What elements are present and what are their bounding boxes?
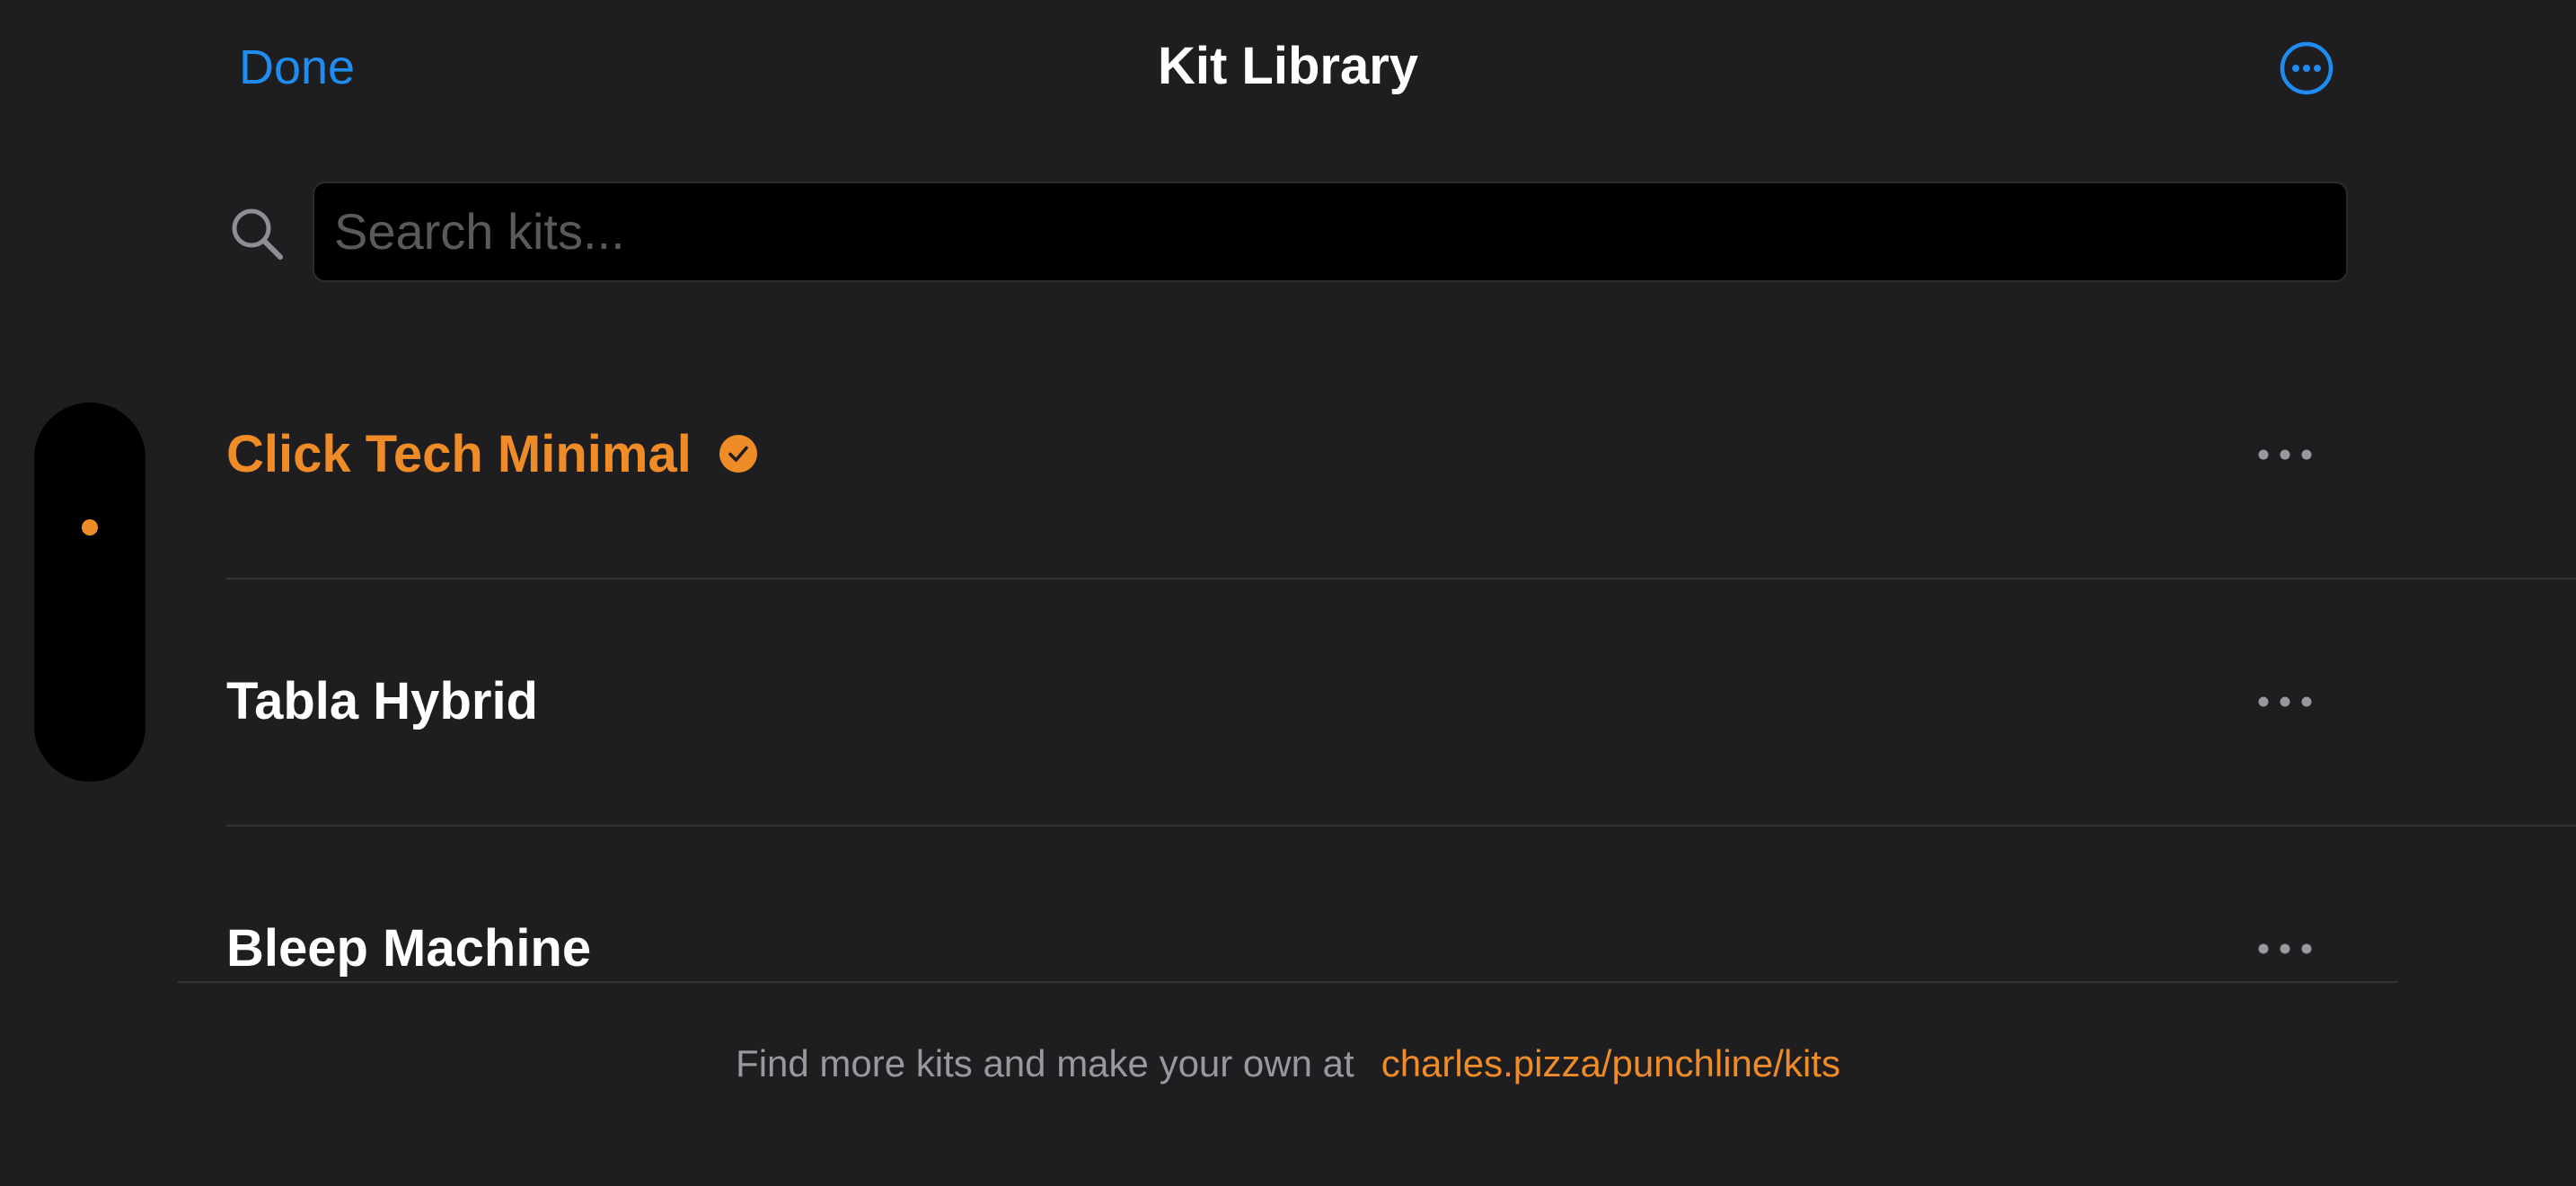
page-title: Kit Library — [1157, 37, 1419, 95]
footer: Find more kits and make your own at charl… — [0, 1039, 2576, 1089]
list-item[interactable]: Click Tech Minimal — [226, 332, 2576, 580]
kit-name-row: Click Tech Minimal — [226, 422, 758, 487]
search-placeholder: Search kits... — [334, 203, 625, 260]
kit-list: Click Tech Minimal Tabla Hybrid Bleep Ma… — [0, 332, 2576, 982]
footer-text: Find more kits and make your own at — [736, 1042, 1354, 1084]
kit-name: Click Tech Minimal — [226, 425, 692, 483]
footer-divider — [178, 981, 2398, 983]
ellipsis-circle-icon[interactable] — [2278, 40, 2335, 97]
list-item[interactable]: Bleep Machine — [226, 827, 2576, 982]
list-item[interactable]: Tabla Hybrid — [226, 580, 2576, 827]
more-options-icon[interactable] — [2253, 678, 2317, 725]
kit-name: Tabla Hybrid — [226, 672, 538, 730]
kits-website-link[interactable]: charles.pizza/punchline/kits — [1381, 1042, 1840, 1084]
kit-name: Bleep Machine — [226, 919, 592, 978]
checkmark-circle-icon — [719, 434, 757, 473]
search-input[interactable]: Search kits... — [313, 181, 2348, 282]
more-options-icon[interactable] — [2253, 431, 2317, 478]
more-options-icon[interactable] — [2253, 925, 2317, 972]
search-icon — [232, 208, 283, 260]
kit-library-screen: Done Kit Library Search kits... Click Te… — [0, 0, 2576, 1186]
